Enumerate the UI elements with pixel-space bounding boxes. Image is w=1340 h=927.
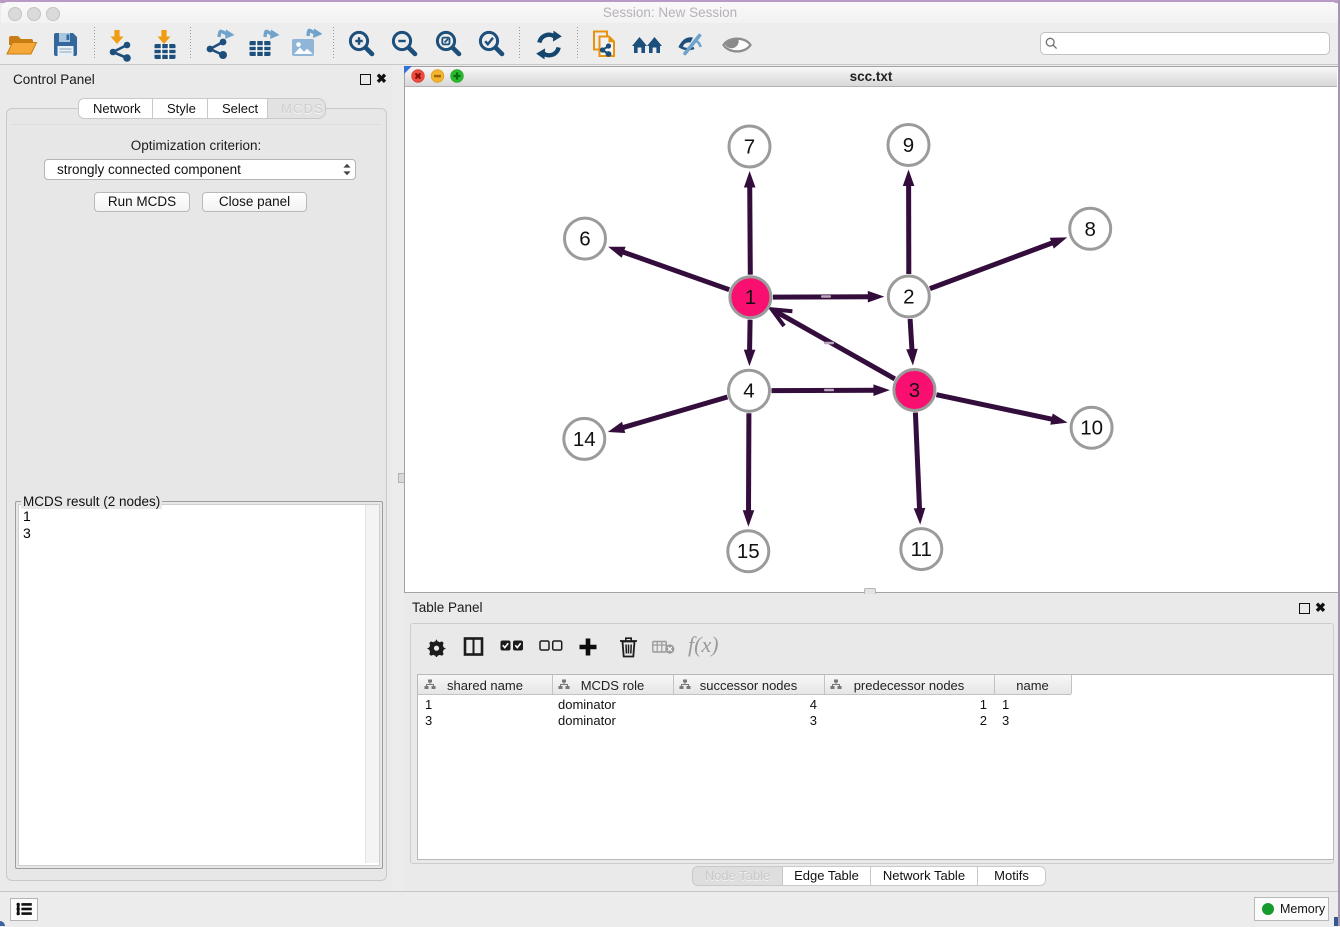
svg-text:15: 15	[737, 540, 760, 563]
svg-text:2: 2	[903, 286, 914, 309]
svg-text:7: 7	[744, 136, 755, 159]
svg-text:8: 8	[1084, 218, 1095, 241]
svg-text:9: 9	[903, 134, 914, 157]
svg-text:11: 11	[911, 538, 932, 561]
svg-text:4: 4	[743, 380, 754, 403]
svg-text:14: 14	[573, 428, 596, 451]
svg-text:6: 6	[579, 228, 590, 251]
svg-text:3: 3	[909, 379, 920, 402]
svg-text:1: 1	[745, 286, 756, 309]
svg-text:10: 10	[1080, 417, 1103, 440]
